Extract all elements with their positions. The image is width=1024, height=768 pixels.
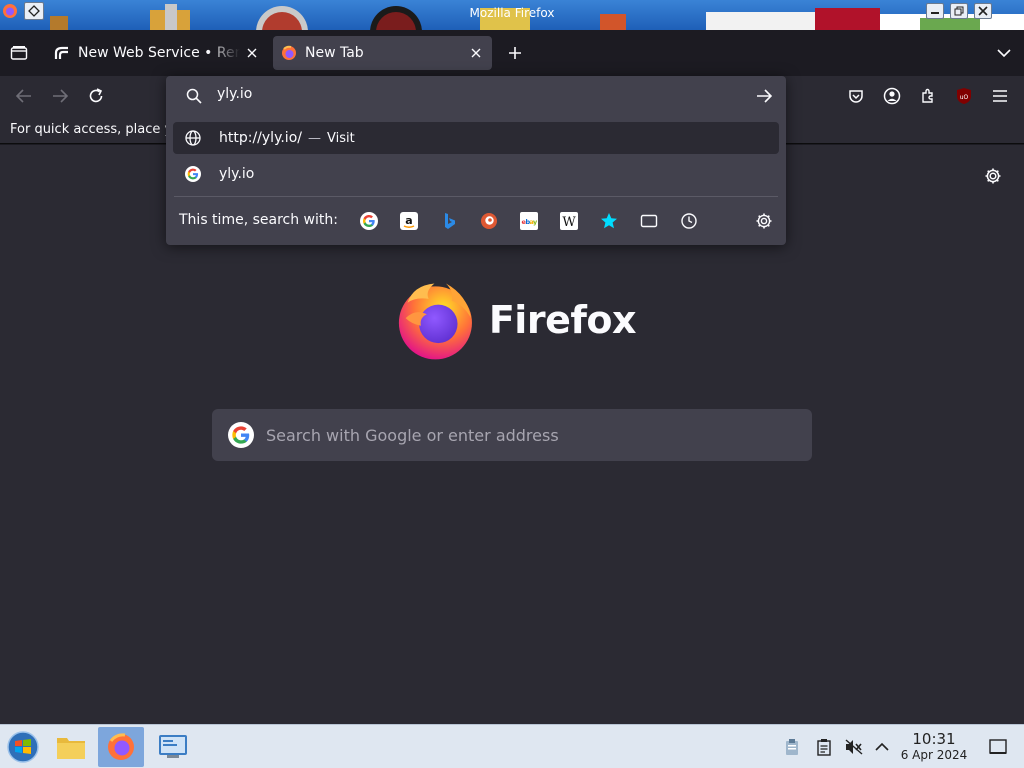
tab-label: New Tab [305,45,364,61]
list-all-tabs-chevron-icon[interactable] [994,43,1014,63]
customize-gear-icon[interactable] [983,166,1003,186]
firefox-brand: Firefox [396,278,637,362]
firefox-favicon-icon [281,45,297,61]
result-url: http://yly.io/ [219,130,302,146]
show-desktop-icon[interactable] [988,737,1008,757]
result-action: Visit [326,130,355,146]
minimize-window-button[interactable] [926,3,944,19]
google-g-icon [228,422,254,448]
extensions-puzzle-icon[interactable] [918,86,938,106]
firefox-wordmark: Firefox [488,298,637,342]
firefox-icon [108,733,134,760]
one-off-search-bar: This time, search with: a ebay W [166,204,786,238]
close-tab-icon[interactable] [468,45,484,61]
maximize-window-button[interactable] [950,3,968,19]
result-text: yly.io [219,166,255,182]
ebay-icon[interactable]: ebay [520,212,538,230]
urlbar-result-visit[interactable]: http://yly.io/ — Visit [173,122,779,154]
firefox-logo-icon [398,283,472,360]
bing-icon[interactable] [440,212,458,230]
urlbar-dropdown: yly.io http://yly.io/ — Visit yly.io Thi… [166,76,786,245]
tab-new-web-service[interactable]: New Web Service • Render [46,36,268,70]
show-hidden-icons-chevron-up-icon[interactable] [872,737,892,757]
tabs-icon[interactable] [640,212,658,230]
account-icon[interactable] [882,86,902,106]
taskbar-clock[interactable]: 10:31 6 Apr 2024 [898,730,970,763]
close-window-button[interactable] [974,3,992,19]
firefox-task[interactable] [98,727,144,767]
result-separator: — [307,130,321,146]
pocket-icon[interactable] [846,86,866,106]
clock-date: 6 Apr 2024 [900,748,968,762]
close-tab-icon[interactable] [244,45,260,61]
start-orb-icon [7,731,39,763]
urlbar-query-text: yly.io [217,86,253,102]
urlbar-result-search[interactable]: yly.io [173,158,779,190]
one-off-label: This time, search with: [179,212,338,228]
amazon-icon[interactable]: a [400,212,418,230]
history-icon[interactable] [680,212,698,230]
divider [174,196,778,197]
bookmarks-icon[interactable] [600,212,618,230]
clock-time: 10:31 [912,730,956,748]
hamburger-menu-icon[interactable] [990,86,1010,106]
search-settings-gear-icon[interactable] [755,212,773,230]
notes-tray-icon[interactable] [814,737,834,757]
window-title: Mozilla Firefox [469,6,555,20]
reload-icon[interactable] [86,86,106,106]
new-tab-plus-icon[interactable] [505,43,525,63]
system-settings-task[interactable] [150,727,196,767]
search-icon [185,87,203,105]
window-title-bar: Mozilla Firefox [0,0,1024,30]
svg-text:W: W [562,215,576,230]
tab-new-tab[interactable]: New Tab [273,36,492,70]
computer-settings-icon [159,735,187,758]
duckduckgo-icon[interactable] [480,212,498,230]
tab-strip: New Web Service • Render New Tab [0,30,1024,76]
svg-text:a: a [405,214,412,227]
firefox-view-button[interactable] [8,43,30,63]
start-menu-button[interactable] [0,727,46,767]
taskbar: 10:31 6 Apr 2024 [0,724,1024,768]
newtab-search-placeholder: Search with Google or enter address [266,425,559,445]
ublock-origin-icon[interactable]: uO [954,86,974,106]
tab-label: New Web Service • Render [78,45,240,61]
forward-arrow-icon[interactable] [50,86,70,106]
folder-icon [57,738,85,759]
svg-text:uO: uO [960,94,969,101]
wikipedia-icon[interactable]: W [560,212,578,230]
volume-muted-icon[interactable] [844,737,864,757]
file-manager-task[interactable] [48,727,94,767]
google-icon [185,166,201,182]
back-arrow-icon[interactable] [14,86,34,106]
urlbar-input[interactable]: yly.io [166,76,786,116]
clipboard-tray-icon[interactable] [782,737,802,757]
go-arrow-icon[interactable] [755,87,773,105]
newtab-search-input[interactable]: Search with Google or enter address [212,409,812,461]
google-icon[interactable] [360,212,378,230]
render-favicon-icon [54,45,70,61]
globe-icon [185,130,201,146]
